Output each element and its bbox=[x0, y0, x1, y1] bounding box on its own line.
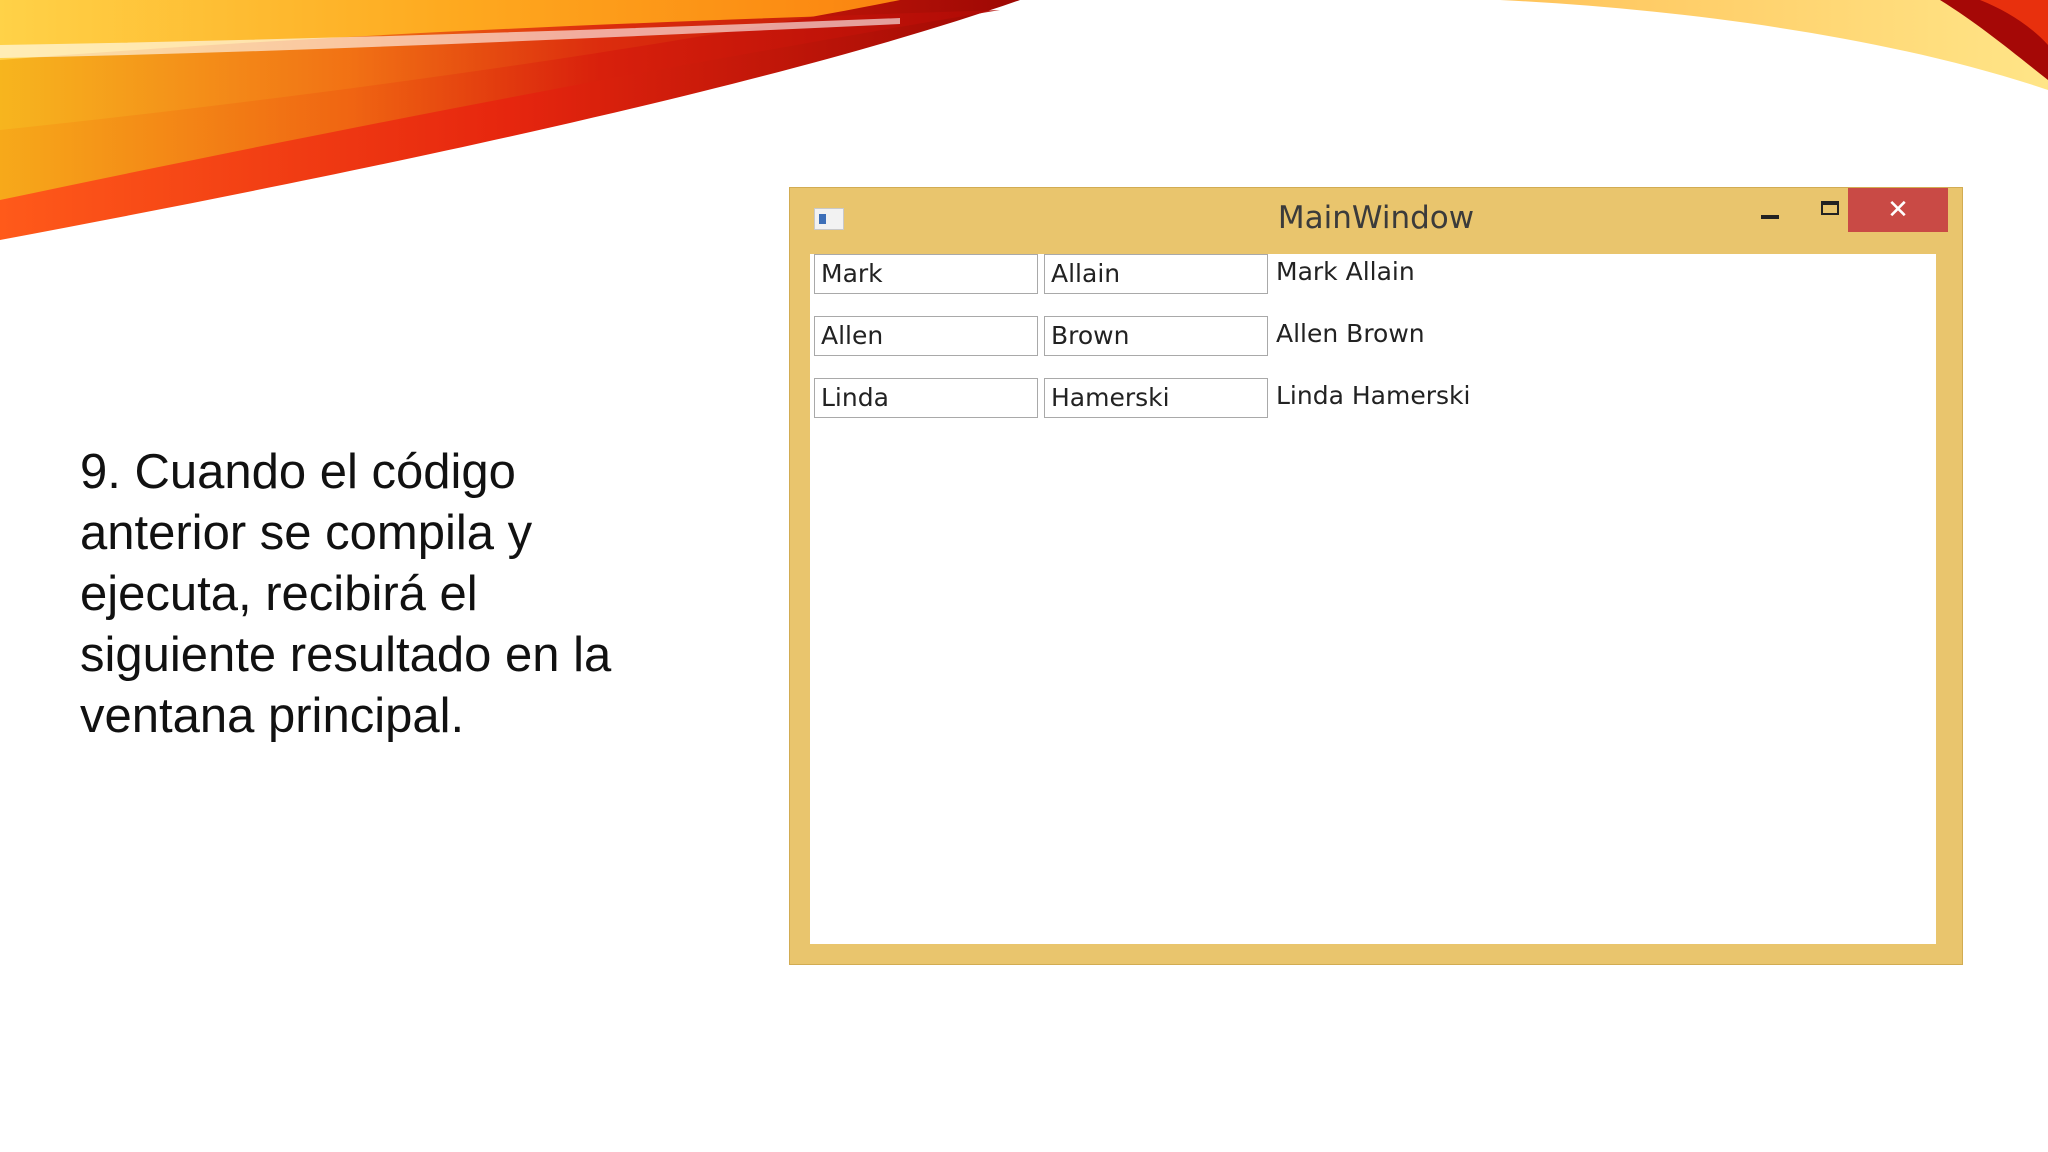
person-row: Mark Allain Mark Allain bbox=[810, 254, 1936, 294]
full-name-label: Linda Hamerski bbox=[1276, 381, 1471, 410]
full-name-label: Mark Allain bbox=[1276, 257, 1415, 286]
close-icon: ✕ bbox=[1887, 195, 1909, 225]
title-bar[interactable]: MainWindow ✕ bbox=[790, 188, 1962, 252]
first-name-textbox[interactable]: Linda bbox=[814, 378, 1038, 418]
minimize-icon bbox=[1761, 215, 1779, 219]
last-name-textbox[interactable]: Allain bbox=[1044, 254, 1268, 294]
person-row: Linda Hamerski Linda Hamerski bbox=[810, 378, 1936, 418]
close-button[interactable]: ✕ bbox=[1848, 188, 1948, 232]
last-name-textbox[interactable]: Hamerski bbox=[1044, 378, 1268, 418]
slide-body-text: 9. Cuando el código anterior se compila … bbox=[80, 445, 612, 743]
slide: 9. Cuando el código anterior se compila … bbox=[0, 0, 2048, 1152]
maximize-icon bbox=[1821, 201, 1839, 215]
main-window: MainWindow ✕ Mark Allain Mark Allain All… bbox=[790, 188, 1962, 964]
full-name-label: Allen Brown bbox=[1276, 319, 1425, 348]
window-content: Mark Allain Mark Allain Allen Brown Alle… bbox=[810, 254, 1936, 944]
first-name-textbox[interactable]: Allen bbox=[814, 316, 1038, 356]
minimize-button[interactable] bbox=[1740, 188, 1800, 232]
last-name-textbox[interactable]: Brown bbox=[1044, 316, 1268, 356]
person-row: Allen Brown Allen Brown bbox=[810, 316, 1936, 356]
first-name-textbox[interactable]: Mark bbox=[814, 254, 1038, 294]
